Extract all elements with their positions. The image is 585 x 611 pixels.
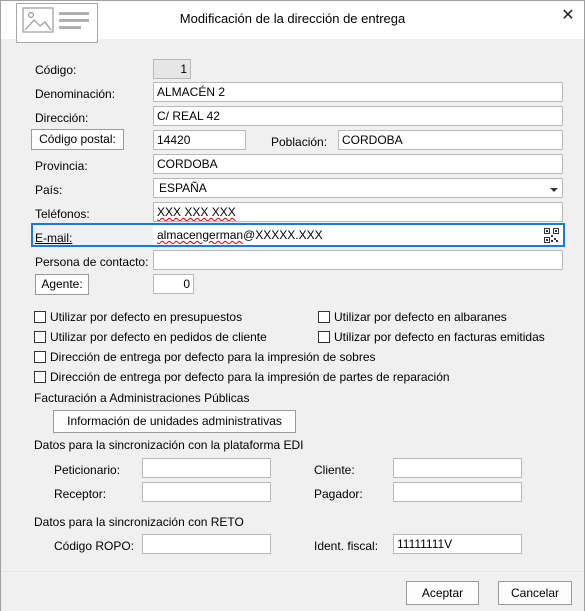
qr-code-icon[interactable] xyxy=(544,228,559,244)
dialog-footer: Aceptar Cancelar xyxy=(1,571,584,611)
checkbox-albaranes-label: Utilizar por defecto en albaranes xyxy=(334,310,507,324)
accept-button[interactable]: Aceptar xyxy=(406,581,479,605)
email-value-user: almacengerman xyxy=(157,228,244,242)
dialog-window: Modificación de la dirección de entrega … xyxy=(0,0,585,611)
checkbox-sobres-label: Dirección de entrega por defecto para la… xyxy=(50,350,376,364)
pagador-field[interactable] xyxy=(393,482,522,502)
codigo-postal-field[interactable]: 14420 xyxy=(153,130,246,150)
provincia-label: Provincia: xyxy=(35,159,88,173)
receptor-field[interactable] xyxy=(142,482,271,502)
pagador-label: Pagador: xyxy=(314,487,363,501)
reto-heading: Datos para la sincronización con RETO xyxy=(34,515,244,529)
checkbox-partes-reparacion-label: Dirección de entrega por defecto para la… xyxy=(50,370,450,384)
denominacion-label: Denominación: xyxy=(35,87,116,101)
facturacion-heading: Facturación a Administraciones Públicas xyxy=(34,391,250,405)
checkbox-presupuestos-label: Utilizar por defecto en presupuestos xyxy=(50,310,243,324)
ident-fiscal-label: Ident. fiscal: xyxy=(314,539,379,553)
pais-value: ESPAÑA xyxy=(159,181,207,195)
checkbox-facturas-emitidas-label: Utilizar por defecto en facturas emitida… xyxy=(334,330,545,344)
direccion-label: Dirección: xyxy=(35,111,89,125)
cliente-field[interactable] xyxy=(393,458,522,478)
codigo-field: 1 xyxy=(153,59,191,79)
checkbox-albaranes[interactable] xyxy=(318,311,330,323)
codigo-ropo-field[interactable] xyxy=(142,534,271,554)
telefonos-value: XXX XXX XXX xyxy=(157,205,236,219)
pais-select[interactable]: ESPAÑA xyxy=(153,178,563,198)
unidades-administrativas-button[interactable]: Información de unidades administrativas xyxy=(53,410,296,433)
persona-contacto-field[interactable] xyxy=(153,250,563,270)
pais-label: País: xyxy=(35,183,63,197)
denominacion-field[interactable]: ALMACÉN 2 xyxy=(153,82,563,102)
codigo-ropo-label: Código ROPO: xyxy=(54,539,135,553)
cancel-button[interactable]: Cancelar xyxy=(498,581,572,605)
telefonos-field[interactable]: XXX XXX XXX xyxy=(153,202,563,222)
provincia-field[interactable]: CORDOBA xyxy=(153,154,563,174)
checkbox-presupuestos[interactable] xyxy=(34,311,46,323)
codigo-label: Código: xyxy=(35,63,77,77)
direccion-field[interactable]: C/ REAL 42 xyxy=(153,106,563,126)
agente-button[interactable]: Agente: xyxy=(35,274,89,295)
chevron-down-icon[interactable] xyxy=(550,183,558,197)
poblacion-field[interactable]: CORDOBA xyxy=(338,130,563,150)
checkbox-pedidos-cliente-label: Utilizar por defecto en pedidos de clien… xyxy=(50,330,267,344)
address-card-icon xyxy=(16,3,98,43)
telefonos-label: Teléfonos: xyxy=(35,207,90,221)
checkbox-pedidos-cliente[interactable] xyxy=(34,331,46,343)
poblacion-label: Población: xyxy=(271,135,328,149)
ident-fiscal-field[interactable]: 11111111V xyxy=(393,534,522,554)
peticionario-field[interactable] xyxy=(142,458,271,478)
checkbox-partes-reparacion[interactable] xyxy=(34,371,46,383)
agente-field[interactable]: 0 xyxy=(153,274,194,294)
edi-heading: Datos para la sincronización con la plat… xyxy=(34,438,304,452)
email-label[interactable]: E-mail: xyxy=(35,231,72,245)
email-field[interactable]: almacengerman@XXXXX.XXX xyxy=(153,225,563,245)
checkbox-facturas-emitidas[interactable] xyxy=(318,331,330,343)
checkbox-sobres[interactable] xyxy=(34,351,46,363)
cliente-label: Cliente: xyxy=(314,463,355,477)
persona-contacto-label: Persona de contacto: xyxy=(35,255,149,269)
receptor-label: Receptor: xyxy=(54,487,107,501)
peticionario-label: Peticionario: xyxy=(54,463,121,477)
close-icon[interactable]: ✕ xyxy=(557,6,579,26)
email-value-domain: @XXXXX.XXX xyxy=(243,228,323,242)
codigo-postal-button[interactable]: Código postal: xyxy=(31,129,124,150)
